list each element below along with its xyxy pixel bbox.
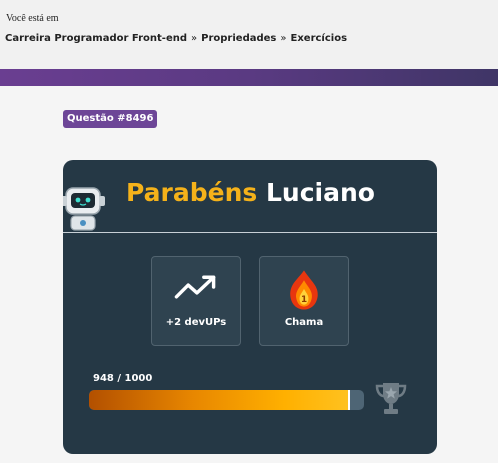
title-divider (63, 232, 437, 233)
question-badge: Questão #8496 (63, 110, 158, 128)
location-label: Você está em (6, 13, 59, 24)
progress-fill (89, 390, 350, 410)
breadcrumb-separator: » (280, 33, 287, 44)
progress-marker (348, 390, 350, 410)
reward-devups: +2 devUPs (151, 256, 241, 346)
robot-mascot-icon (63, 187, 105, 231)
breadcrumb-item-career[interactable]: Carreira Programador Front-end (5, 33, 187, 44)
header-band (0, 69, 498, 86)
reward-flame-label: Chama (284, 317, 324, 328)
breadcrumb-item-properties[interactable]: Propriedades (201, 33, 276, 44)
reward-flame: 1 Chama (259, 256, 349, 346)
reward-devups-label: +2 devUPs (165, 317, 227, 328)
flame-count: 1 (301, 295, 307, 305)
progress-bar (89, 390, 364, 410)
trending-up-icon (174, 275, 216, 299)
breadcrumb-item-exercises[interactable]: Exercícios (291, 33, 348, 44)
congrats-word: Parabéns (126, 178, 258, 207)
breadcrumb-separator: » (191, 33, 198, 44)
congrats-title: Parabéns Luciano (126, 178, 375, 207)
congrats-card: Parabéns Luciano +2 devUPs 1 Chama 948 /… (63, 160, 437, 454)
user-name: Luciano (265, 178, 375, 207)
breadcrumb: Carreira Programador Front-end» Proprieda… (5, 33, 347, 44)
flame-icon: 1 (290, 270, 318, 310)
progress-label: 948 / 1000 (93, 373, 153, 384)
top-header: Você está em Carreira Programador Front-… (0, 0, 498, 70)
trophy-icon (375, 383, 407, 414)
